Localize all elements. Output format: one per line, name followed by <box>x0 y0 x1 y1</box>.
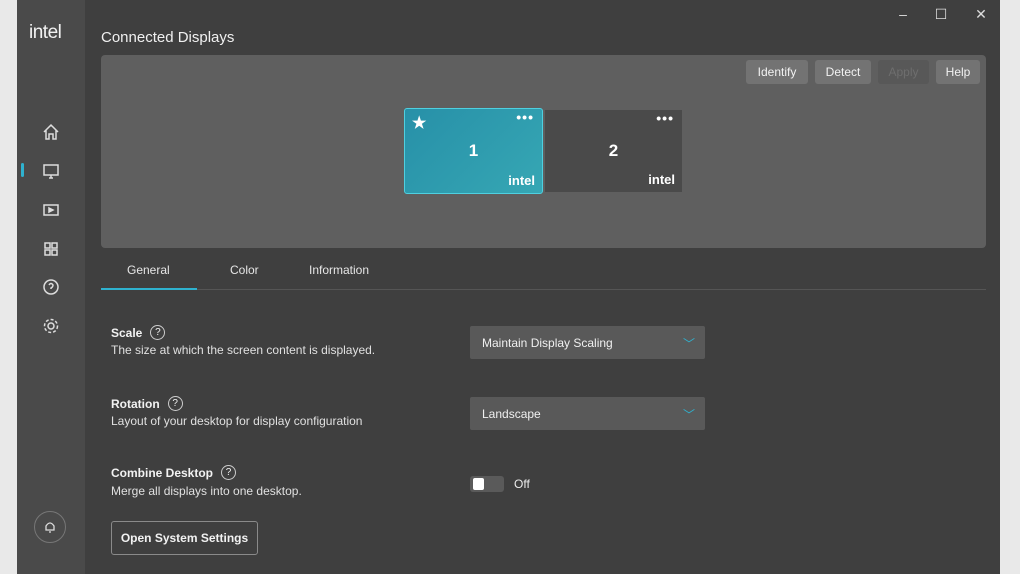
display-number: 1 <box>468 141 479 160</box>
display-brand: intel <box>648 172 675 187</box>
chevron-down-icon: ﹀ <box>682 337 695 351</box>
open-system-settings-button[interactable]: Open System Settings <box>111 521 258 555</box>
display-2[interactable]: ••• 2 intel <box>545 110 682 192</box>
rotation-label: Rotation? <box>111 396 183 411</box>
help-icon[interactable]: ? <box>150 325 166 340</box>
gear-icon[interactable] <box>41 316 61 336</box>
help-icon[interactable]: ? <box>167 396 183 411</box>
close-button[interactable]: ✕ <box>971 6 991 23</box>
bell-icon[interactable] <box>34 511 66 543</box>
apps-icon[interactable] <box>41 239 61 259</box>
minimize-button[interactable]: – <box>893 6 913 22</box>
combine-desktop-description: Merge all displays into one desktop. <box>111 484 302 498</box>
toggle-state: Off <box>514 477 530 491</box>
detect-button[interactable]: Detect <box>815 60 871 84</box>
chevron-down-icon: ﹀ <box>682 408 695 422</box>
sidebar: intel <box>17 0 85 574</box>
identify-button[interactable]: Identify <box>746 60 808 84</box>
rotation-dropdown[interactable]: Landscape ﹀ <box>470 397 705 430</box>
home-icon[interactable] <box>41 122 61 142</box>
tab-divider <box>101 289 986 290</box>
video-icon[interactable] <box>41 200 61 220</box>
more-options-icon[interactable]: ••• <box>516 109 534 125</box>
rotation-description: Layout of your desktop for display confi… <box>111 414 363 428</box>
page-title: Connected Displays <box>101 29 235 46</box>
tab-general[interactable]: General <box>127 263 170 277</box>
maximize-button[interactable]: ☐ <box>931 6 951 23</box>
apply-button[interactable]: Apply <box>878 60 929 84</box>
display-1[interactable]: ★ ••• 1 intel <box>404 108 543 194</box>
primary-star-icon: ★ <box>412 115 427 132</box>
combine-desktop-label: Combine Desktop? <box>111 465 237 480</box>
display-icon[interactable] <box>41 161 61 181</box>
scale-description: The size at which the screen content is … <box>111 343 376 357</box>
toggle-knob <box>473 478 484 490</box>
app-window: intel – ☐ ✕ Connected Displays Identify … <box>17 0 1000 574</box>
tab-information[interactable]: Information <box>309 263 369 277</box>
more-options-icon[interactable]: ••• <box>656 110 674 126</box>
display-number: 2 <box>608 141 619 160</box>
display-arrangement-panel: Identify Detect Apply Help ★ ••• 1 intel… <box>101 55 986 248</box>
combine-desktop-toggle[interactable] <box>470 476 504 492</box>
help-icon[interactable] <box>41 277 61 297</box>
tab-color[interactable]: Color <box>230 263 259 277</box>
active-tab-underline <box>101 288 197 290</box>
help-button[interactable]: Help <box>936 60 980 84</box>
intel-logo: intel <box>29 22 62 43</box>
help-icon[interactable]: ? <box>221 465 237 480</box>
scale-label: Scale? <box>111 325 166 340</box>
display-brand: intel <box>508 173 535 188</box>
active-indicator <box>21 163 24 177</box>
scale-dropdown[interactable]: Maintain Display Scaling ﹀ <box>470 326 705 359</box>
